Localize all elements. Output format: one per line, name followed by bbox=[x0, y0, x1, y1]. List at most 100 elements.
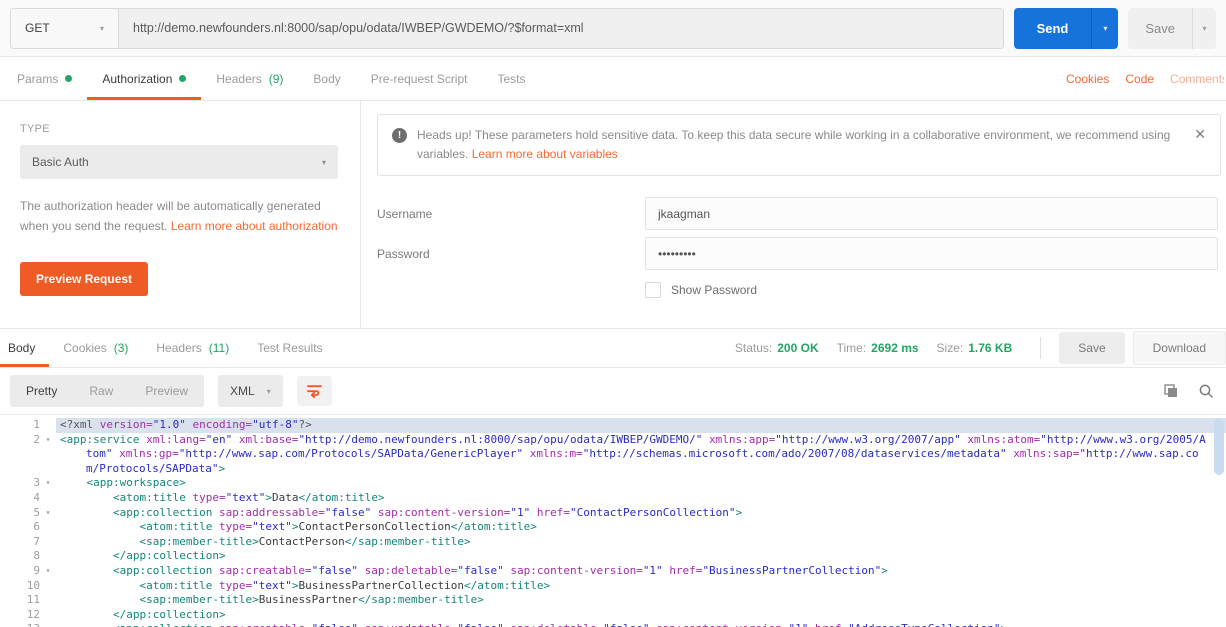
authorization-panel: TYPE Basic Auth ▾ The authorization head… bbox=[0, 101, 1226, 329]
comments-link[interactable]: Comments (0) bbox=[1170, 72, 1224, 86]
chevron-down-icon: ▾ bbox=[1202, 24, 1206, 33]
fold-caret-icon[interactable]: ▾ bbox=[40, 506, 56, 521]
save-options-button[interactable]: ▾ bbox=[1192, 8, 1216, 49]
method-select[interactable]: GET ▾ bbox=[11, 9, 119, 48]
request-tab-links: Cookies Code Comments (0) bbox=[1066, 57, 1224, 100]
view-mode-switch: Pretty Raw Preview bbox=[10, 375, 204, 407]
code-gutter: 6 bbox=[0, 520, 56, 535]
response-body-viewer[interactable]: 1<?xml version="1.0" encoding="utf-8"?>2… bbox=[0, 415, 1226, 627]
code-text[interactable]: <atom:title type="text">Data</atom:title… bbox=[56, 491, 1226, 506]
send-options-button[interactable]: ▾ bbox=[1091, 8, 1118, 49]
credentials-form: Username Password Show Password bbox=[377, 197, 1221, 298]
password-field[interactable] bbox=[645, 237, 1218, 270]
status-label: Status: bbox=[735, 341, 772, 355]
save-button-group: Save ▾ bbox=[1128, 8, 1216, 49]
username-field[interactable] bbox=[645, 197, 1218, 230]
wrap-lines-button[interactable] bbox=[297, 376, 332, 406]
response-header: Body Cookies (3) Headers (11) Test Resul… bbox=[0, 329, 1226, 368]
fold-caret-icon[interactable]: ▾ bbox=[40, 622, 56, 627]
code-gutter: 7 bbox=[0, 535, 56, 550]
tab-tests[interactable]: Tests bbox=[482, 57, 540, 100]
tab-headers[interactable]: Headers (9) bbox=[201, 57, 298, 100]
fold-spacer bbox=[40, 593, 56, 608]
tab-body[interactable]: Body bbox=[298, 57, 355, 100]
code-line: 7 <sap:member-title>ContactPerson</sap:m… bbox=[0, 535, 1226, 550]
download-response-button[interactable]: Download bbox=[1133, 331, 1226, 365]
response-tab-headers[interactable]: Headers (11) bbox=[142, 329, 243, 367]
send-button[interactable]: Send bbox=[1014, 8, 1092, 49]
code-gutter: 2▾ bbox=[0, 433, 56, 477]
save-button[interactable]: Save bbox=[1128, 8, 1192, 49]
code-text[interactable]: <atom:title type="text">ContactPersonCol… bbox=[56, 520, 1226, 535]
response-viewer-toolbar: Pretty Raw Preview XML ▾ bbox=[0, 368, 1226, 415]
code-line: 8 </app:collection> bbox=[0, 549, 1226, 564]
code-gutter: 12 bbox=[0, 608, 56, 623]
code-gutter: 9▾ bbox=[0, 564, 56, 579]
response-language-select[interactable]: XML ▾ bbox=[218, 375, 283, 407]
url-input[interactable] bbox=[119, 9, 1003, 48]
preview-request-button[interactable]: Preview Request bbox=[20, 262, 148, 296]
code-text[interactable]: <app:collection sap:creatable="false" sa… bbox=[56, 622, 1226, 627]
search-response-button[interactable] bbox=[1198, 383, 1214, 399]
headers-count-badge: (9) bbox=[269, 72, 284, 86]
code-text[interactable]: <?xml version="1.0" encoding="utf-8"?> bbox=[56, 418, 1226, 433]
tab-prerequest-script[interactable]: Pre-request Script bbox=[356, 57, 483, 100]
code-text[interactable]: <sap:member-title>ContactPerson</sap:mem… bbox=[56, 535, 1226, 550]
code-line: 3▾ <app:workspace> bbox=[0, 476, 1226, 491]
fold-caret-icon[interactable]: ▾ bbox=[40, 564, 56, 579]
username-label: Username bbox=[377, 207, 645, 221]
response-tab-test-results-label: Test Results bbox=[257, 341, 322, 355]
viewer-toolbar-right bbox=[1162, 383, 1214, 399]
copy-response-button[interactable] bbox=[1162, 383, 1178, 399]
view-mode-pretty[interactable]: Pretty bbox=[10, 375, 73, 407]
tab-authorization[interactable]: Authorization bbox=[87, 57, 201, 100]
code-text[interactable]: <sap:member-title>BusinessPartner</sap:m… bbox=[56, 593, 1226, 608]
response-language-value: XML bbox=[230, 384, 255, 398]
code-text[interactable]: </app:collection> bbox=[56, 608, 1226, 623]
code-text[interactable]: <app:service xml:lang="en" xml:base="htt… bbox=[56, 433, 1226, 477]
code-lines: 1<?xml version="1.0" encoding="utf-8"?>2… bbox=[0, 418, 1226, 627]
code-text[interactable]: <app:workspace> bbox=[56, 476, 1226, 491]
response-tab-cookies[interactable]: Cookies (3) bbox=[49, 329, 142, 367]
vertical-scrollbar[interactable] bbox=[1214, 419, 1224, 475]
password-row: Password bbox=[377, 237, 1218, 270]
learn-more-authorization-link[interactable]: Learn more about authorization bbox=[171, 219, 338, 233]
auth-type-value: Basic Auth bbox=[32, 155, 89, 169]
line-number: 13 bbox=[0, 622, 40, 627]
search-icon bbox=[1198, 383, 1214, 399]
fold-spacer bbox=[40, 491, 56, 506]
close-icon[interactable]: ✕ bbox=[1194, 126, 1206, 143]
cookies-link[interactable]: Cookies bbox=[1066, 72, 1109, 86]
code-text[interactable]: </app:collection> bbox=[56, 549, 1226, 564]
code-gutter: 13▾ bbox=[0, 622, 56, 627]
code-link[interactable]: Code bbox=[1125, 72, 1154, 86]
response-tab-headers-label: Headers bbox=[156, 341, 201, 355]
tab-params[interactable]: Params bbox=[2, 57, 87, 100]
code-text[interactable]: <app:collection sap:addressable="false" … bbox=[56, 506, 1226, 521]
chevron-down-icon: ▾ bbox=[100, 24, 104, 33]
response-tab-test-results[interactable]: Test Results bbox=[243, 329, 336, 367]
show-password-checkbox[interactable] bbox=[645, 282, 661, 298]
warning-icon: ! bbox=[392, 128, 407, 143]
code-line: 12 </app:collection> bbox=[0, 608, 1226, 623]
view-mode-preview[interactable]: Preview bbox=[129, 375, 204, 407]
authorization-active-dot bbox=[179, 75, 186, 82]
fold-caret-icon[interactable]: ▾ bbox=[40, 433, 56, 477]
method-url-group: GET ▾ bbox=[10, 8, 1004, 49]
view-mode-raw[interactable]: Raw bbox=[73, 375, 129, 407]
time-meta: Time: 2692 ms bbox=[837, 341, 919, 355]
tab-prerequest-label: Pre-request Script bbox=[371, 72, 468, 86]
code-gutter: 4 bbox=[0, 491, 56, 506]
auth-type-select[interactable]: Basic Auth ▾ bbox=[20, 145, 338, 179]
time-label: Time: bbox=[837, 341, 867, 355]
line-number: 4 bbox=[0, 491, 40, 506]
chevron-down-icon: ▾ bbox=[1103, 24, 1107, 33]
response-tab-body[interactable]: Body bbox=[0, 329, 49, 367]
code-text[interactable]: <atom:title type="text">BusinessPartnerC… bbox=[56, 579, 1226, 594]
code-line: 5▾ <app:collection sap:addressable="fals… bbox=[0, 506, 1226, 521]
fold-caret-icon[interactable]: ▾ bbox=[40, 476, 56, 491]
save-response-button[interactable]: Save bbox=[1059, 332, 1124, 364]
learn-more-variables-link[interactable]: Learn more about variables bbox=[472, 147, 618, 161]
code-text[interactable]: <app:collection sap:creatable="false" sa… bbox=[56, 564, 1226, 579]
code-line: 2▾<app:service xml:lang="en" xml:base="h… bbox=[0, 433, 1226, 477]
